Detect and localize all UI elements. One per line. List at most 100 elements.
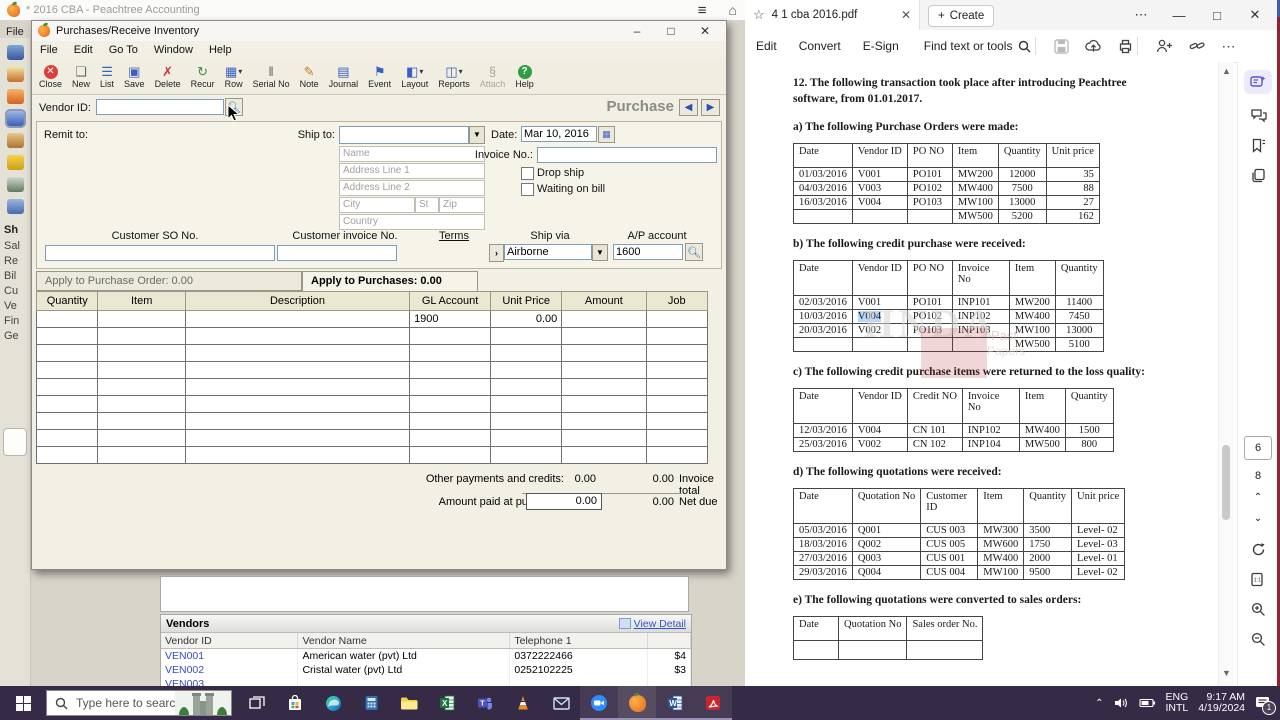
scroll-down-icon[interactable]: ▼ [1222, 668, 1231, 678]
taskbar-file-explorer-icon[interactable] [390, 686, 428, 720]
ship-state-field[interactable]: St [415, 197, 439, 213]
language-indicator[interactable]: ENG INTL [1166, 692, 1189, 714]
taskbar-vlc-icon[interactable] [504, 686, 542, 720]
more-options-icon[interactable]: ⋯ [1122, 7, 1160, 23]
close-tab-icon[interactable]: ✕ [901, 8, 911, 22]
zoom-in-icon[interactable] [1238, 594, 1278, 624]
ap-account-input[interactable]: 1600 [613, 244, 683, 260]
pdf-scrollbar[interactable]: ▲ ▼ [1218, 62, 1234, 686]
table-row[interactable] [35, 378, 708, 396]
vendor-id-input[interactable] [96, 99, 224, 115]
toolbar-new-button[interactable]: ❏ New [67, 60, 95, 94]
taskbar-search[interactable]: Type here to search [46, 690, 232, 716]
ship-via-select[interactable]: Airborne [504, 244, 592, 260]
customer-so-input[interactable] [45, 245, 275, 261]
sidebar-shortcut[interactable]: Fin [4, 315, 30, 327]
ship-to-select[interactable] [339, 126, 469, 144]
taskbar-word-icon[interactable]: W [656, 686, 694, 720]
menu-help[interactable]: Help [201, 44, 240, 56]
find-text-button[interactable]: Find text or tools [924, 39, 1032, 53]
menu-window[interactable]: Window [146, 44, 201, 56]
request-signature-icon[interactable] [1156, 39, 1173, 53]
previous-record-button[interactable]: ◀ [679, 99, 698, 116]
ship-country-field[interactable]: Country [339, 214, 485, 230]
link-icon[interactable] [1189, 39, 1206, 53]
rotate-page-icon[interactable] [1238, 534, 1278, 564]
actual-size-icon[interactable]: 1:1 [1238, 564, 1278, 594]
sidebar-shortcut[interactable]: Re [4, 255, 30, 267]
table-row[interactable] [35, 327, 708, 345]
nav-vendors-icon[interactable] [4, 109, 26, 128]
share-upload-icon[interactable] [1085, 39, 1102, 53]
toolbar-save-button[interactable]: ▣ Save [119, 60, 150, 94]
nav-banking-icon[interactable] [6, 177, 24, 192]
hamburger-icon[interactable]: ≡ [698, 3, 707, 18]
chevron-down-icon[interactable]: ▼ [469, 126, 485, 144]
pdf-tab[interactable]: ☆ 4 1 cba 2016.pdf ✕ [745, 0, 920, 30]
toolbar-help-button[interactable]: ? Help [510, 60, 539, 94]
toolbar-row-button[interactable]: ▦ ▾ Row [220, 60, 248, 94]
create-button[interactable]: + Create [928, 5, 995, 27]
task-view-button[interactable] [238, 686, 276, 720]
taskbar-store-icon[interactable] [276, 686, 314, 720]
next-record-button[interactable]: ▶ [701, 99, 720, 116]
taskbar-teams-icon[interactable]: T [466, 686, 504, 720]
scrollbar-thumb[interactable] [1222, 445, 1230, 520]
toolbar-layout-button[interactable]: ◧ ▾ Layout [396, 60, 433, 94]
nav-system-icon[interactable] [6, 199, 24, 214]
toolbar-journal-button[interactable]: ▤ Journal [324, 60, 364, 94]
tab-apply-to-purchase-order[interactable]: Apply to Purchase Order: 0.00 [36, 271, 302, 291]
ship-city-field[interactable]: City [339, 197, 415, 213]
customer-invoice-input[interactable] [277, 245, 397, 261]
table-row[interactable] [35, 344, 708, 362]
table-row[interactable]: VEN001 American water (pvt) Ltd 0372222466… [161, 648, 691, 663]
view-detail-link[interactable]: View Detail [618, 618, 686, 630]
terms-expand-icon[interactable]: › [489, 244, 504, 262]
ap-account-lookup-icon[interactable]: 🔍︎ [685, 243, 703, 261]
calendar-icon[interactable]: ▦ [598, 126, 615, 143]
ship-address1-field[interactable]: Address Line 1 [339, 163, 485, 179]
toolbar-list-button[interactable]: ☰ List [95, 60, 119, 94]
maximize-icon[interactable]: □ [654, 21, 688, 41]
nav-business-status-icon[interactable] [6, 45, 24, 60]
tray-expand-icon[interactable]: ⌃ [1095, 698, 1103, 709]
sidebar-shortcut[interactable]: Ve [4, 300, 30, 312]
comments-icon[interactable] [1238, 100, 1278, 130]
table-row[interactable] [35, 446, 708, 464]
taskbar-peachtree-icon[interactable] [618, 686, 656, 720]
toolbar-delete-button[interactable]: ✗ Delete [150, 60, 186, 94]
maximize-icon[interactable]: □ [1198, 8, 1236, 23]
menu-goto[interactable]: Go To [101, 44, 146, 56]
ai-assistant-icon[interactable] [1244, 70, 1272, 94]
nav-customers-icon[interactable] [6, 89, 24, 104]
purchases-titlebar[interactable]: Purchases/Receive Inventory – □ ✕ [32, 21, 726, 42]
taskbar-mail-icon[interactable] [542, 686, 580, 720]
taskbar-edge-icon[interactable] [314, 686, 352, 720]
bookmarks-icon[interactable] [1238, 130, 1278, 160]
star-icon[interactable]: ☆ [753, 7, 765, 23]
waiting-on-bill-checkbox[interactable] [521, 183, 534, 196]
notification-center-icon[interactable]: 1 [1255, 696, 1276, 715]
menu-edit[interactable]: Edit [745, 39, 788, 53]
chevron-down-icon[interactable]: ▼ [592, 244, 608, 261]
zoom-out-icon[interactable] [1238, 624, 1278, 654]
table-row[interactable]: 1900 0.00 [35, 310, 708, 328]
save-icon[interactable] [1054, 38, 1070, 54]
taskbar-calculator-icon[interactable] [352, 686, 390, 720]
minimize-icon[interactable]: — [1160, 8, 1198, 23]
previous-page-icon[interactable]: ⌃ [1238, 492, 1278, 503]
toolbar-serial-no-button[interactable]: ‖ Serial No [248, 60, 295, 94]
tab-apply-to-purchases[interactable]: Apply to Purchases: 0.00 [302, 271, 478, 291]
menu-esign[interactable]: E-Sign [852, 39, 910, 53]
close-icon[interactable]: ✕ [688, 21, 722, 41]
ship-address2-field[interactable]: Address Line 2 [339, 180, 485, 196]
sidebar-shortcut[interactable]: Sal [4, 240, 30, 252]
taskbar-acrobat-icon[interactable] [694, 686, 732, 720]
start-button[interactable] [0, 686, 46, 720]
toolbar-note-button[interactable]: ✎ Note [295, 60, 324, 94]
nav-chart-icon[interactable] [6, 67, 24, 82]
menu-edit[interactable]: Edit [66, 44, 101, 56]
nav-payroll-icon[interactable] [6, 155, 24, 170]
amount-paid-input[interactable]: 0.00 [526, 493, 602, 510]
table-row[interactable] [35, 412, 708, 430]
